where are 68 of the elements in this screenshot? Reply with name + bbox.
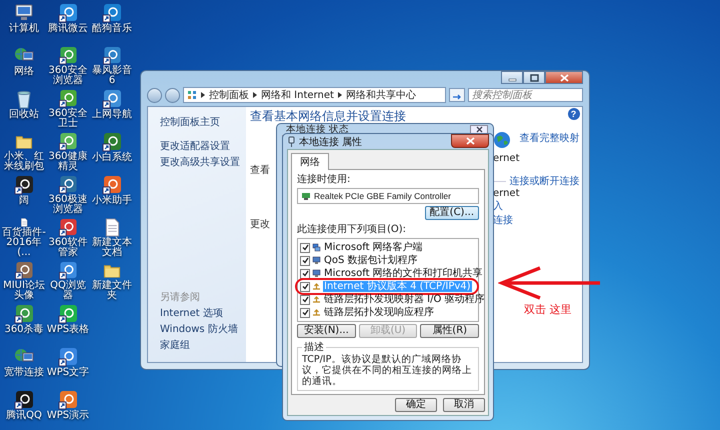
breadcrumb-item[interactable]: 控制面板 (209, 88, 249, 102)
list-item[interactable]: Microsoft 网络的文件和打印机共享 (323, 268, 484, 279)
text-fragment: 查看 (250, 164, 270, 177)
dialog-title: 本地连接 状态 (286, 124, 350, 134)
desktop-icon-label: 腾讯QQ (6, 411, 42, 421)
network-name: ernet (493, 188, 520, 199)
desktop-icon-label: 百货插件-2016年(... (2, 228, 46, 258)
see-also-heading: 另请参阅 (160, 290, 201, 304)
sidebar-link[interactable]: 更改适配器设置 (160, 141, 240, 153)
sidebar-link[interactable]: 控制面板主页 (160, 117, 240, 129)
desktop-icon-label: 回收站 (9, 110, 39, 120)
breadcrumb-item[interactable]: 网络和 Internet (261, 88, 334, 102)
desktop-icon-label: 上网导航 (92, 110, 132, 120)
dialog-button[interactable]: 确定 (395, 398, 437, 412)
desktop-icon-label: WPS表格 (46, 325, 90, 335)
dialog-title: 本地连接 属性 (299, 136, 364, 148)
connect-disconnect-link[interactable]: 连接或断开连接 (510, 174, 580, 188)
list-item[interactable]: QoS 数据包计划程序 (323, 255, 419, 266)
sidebar-link[interactable]: 更改高级共享设置 (160, 157, 240, 169)
help-button[interactable]: ? (568, 108, 580, 120)
action-button[interactable]: 属性(R) (420, 324, 480, 338)
desktop-icon-label: 腾讯微云 (48, 24, 88, 34)
list-item[interactable]: Microsoft 网络客户端 (323, 242, 424, 253)
group-title: 描述 (303, 340, 325, 354)
desktop-icon-label: 360安全卫士 (47, 109, 89, 129)
annotation-text: 双击 这里 (524, 302, 572, 317)
search-field[interactable]: 搜索控制面板 (468, 88, 583, 102)
desktop-icon-label: 宽带连接 (4, 368, 44, 378)
desktop-icon-label: WPS文字 (46, 368, 90, 378)
desktop-icon-label: 新建文件夹 (91, 281, 133, 301)
breadcrumb-item[interactable]: 网络和共享中心 (346, 88, 416, 102)
configure-button[interactable]: 配置(C)... (424, 206, 479, 220)
description-text: TCP/IP。该协议是默认的广域网络协议，它提供在不同的相互连接的网络上的通讯。 (302, 354, 473, 387)
desktop-icon-label: MIUI论坛头像 (2, 281, 46, 301)
desktop-icon-label: 360安全浏览器 (47, 66, 89, 86)
field-label: 此连接使用下列项目(O): (297, 222, 408, 236)
desktop-icon-label: 小米助手 (92, 196, 132, 206)
text-fragment[interactable]: 入 (493, 199, 580, 213)
field-label: 连接时使用: (297, 172, 352, 186)
desktop-icon-label: 酷狗音乐 (92, 24, 132, 34)
desktop-icon-label: 360健康精灵 (47, 152, 89, 172)
desktop-icon-label: 阔 (19, 196, 29, 206)
text-fragment: 更改 (250, 218, 270, 231)
list-item[interactable]: 链路层拓扑发现映射器 I/O 驱动程序 (323, 294, 486, 305)
desktop-icon-label: 360杀毒 (4, 325, 44, 335)
desktop-icon-label: 网络 (14, 67, 34, 77)
desktop-icon-label: 计算机 (9, 24, 39, 34)
desktop-icon-label: 小白系统 (92, 153, 132, 163)
tab[interactable]: 网络 (291, 153, 329, 170)
dialog-button[interactable]: 取消 (443, 398, 485, 412)
action-button[interactable]: 安装(N)... (297, 324, 356, 338)
desktop-icon-label: 360极速浏览器 (47, 195, 89, 215)
desktop-icon-label: 新建文本文档 (91, 238, 133, 258)
sidebar-link[interactable]: Windows 防火墙 (160, 324, 240, 336)
sidebar-link[interactable]: Internet 选项 (160, 308, 240, 320)
desktop-icon-label: WPS演示 (46, 411, 90, 421)
text-fragment[interactable]: 连接 (493, 213, 580, 227)
desktop-icon-label: 暴风影音6 (91, 66, 133, 86)
page-heading: 查看基本网络信息并设置连接 (250, 108, 406, 124)
sidebar-link[interactable]: 家庭组 (160, 340, 240, 352)
view-full-map-link[interactable]: 查看完整映射 (520, 131, 580, 164)
desktop-icon-label: 小米、红米线刷包 (3, 152, 45, 172)
address-bar[interactable]: 控制面板 网络和 Internet 网络和共享中心 (183, 87, 446, 103)
desktop-icon-label: QQ浏览器 (49, 281, 87, 301)
list-item[interactable]: 链路层拓扑发现响应程序 (323, 307, 435, 318)
desktop-icon-label: 360软件管家 (47, 238, 89, 258)
network-name: ernet (493, 153, 520, 164)
adapter-field: Realtek PCIe GBE Family Controller (297, 188, 479, 204)
